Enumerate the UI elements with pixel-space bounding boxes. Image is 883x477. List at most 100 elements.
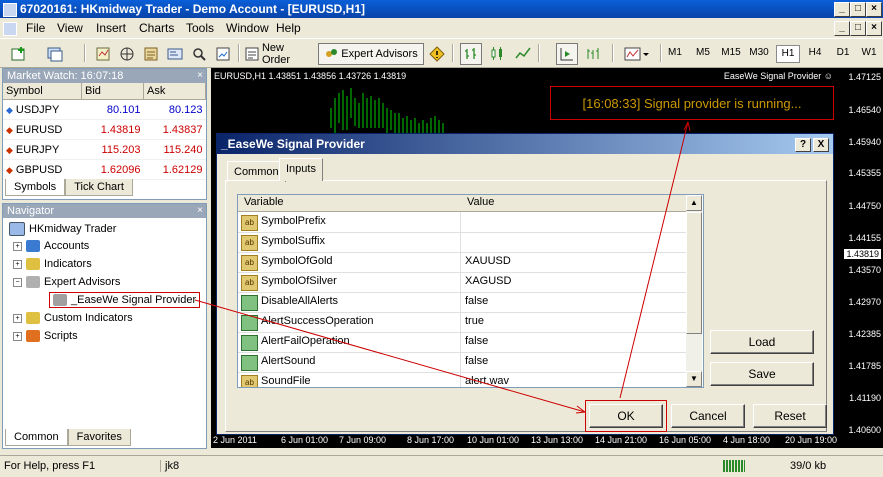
timeframe-m1[interactable]: M1	[664, 45, 686, 61]
nav-label: Scripts	[44, 330, 78, 342]
var-value[interactable]: alert.wav	[465, 375, 509, 387]
table-row[interactable]: AlertSound false	[238, 352, 686, 373]
new-order-button[interactable]: New Order	[244, 42, 316, 66]
scroll-down-icon[interactable]: ▼	[686, 371, 702, 387]
col-ask[interactable]: Ask	[143, 83, 206, 100]
expand-icon[interactable]: +	[13, 313, 22, 323]
timeframe-d1[interactable]: D1	[832, 45, 854, 61]
cancel-button[interactable]: Cancel	[671, 404, 745, 428]
indicators-icon	[26, 258, 40, 270]
signal-message: [16:08:33] Signal provider is running...	[550, 86, 834, 120]
nav-item-accounts[interactable]: + Accounts	[13, 240, 89, 252]
scrollbar[interactable]: ▲ ▼	[686, 195, 702, 387]
table-row[interactable]: ◆ EURUSD 1.43819 1.43837	[3, 119, 206, 140]
table-row[interactable]: ab SymbolPrefix	[238, 212, 686, 233]
tab-favorites[interactable]: Favorites	[67, 429, 131, 446]
var-value[interactable]: XAUUSD	[465, 255, 511, 267]
minimize-button[interactable]: _	[834, 2, 850, 17]
history-center-icon[interactable]	[212, 43, 234, 65]
table-row[interactable]: ab SoundFile alert.wav	[238, 372, 686, 387]
table-row[interactable]: DisableAllAlerts false	[238, 292, 686, 313]
doc-restore-button[interactable]: □	[850, 21, 866, 36]
var-value[interactable]: XAGUSD	[465, 275, 511, 287]
candlestick-icon[interactable]	[486, 43, 508, 65]
close-button[interactable]: ×	[866, 2, 882, 17]
panel-close-icon[interactable]: ×	[197, 70, 203, 81]
autoscroll-icon[interactable]	[556, 43, 578, 65]
scroll-up-icon[interactable]: ▲	[686, 195, 702, 211]
bar-chart-icon[interactable]	[460, 43, 482, 65]
chart-shift-icon[interactable]	[582, 43, 604, 65]
menu-tools[interactable]: Tools	[186, 21, 214, 35]
nav-item-expert-advisors[interactable]: − Expert Advisors	[13, 276, 120, 288]
col-value[interactable]: Value	[467, 196, 494, 208]
menu-window[interactable]: Window	[226, 21, 269, 35]
col-symbol[interactable]: Symbol	[3, 83, 82, 100]
menu-charts[interactable]: Charts	[139, 21, 174, 35]
panel-close-icon[interactable]: ×	[197, 205, 203, 216]
nav-item-easewe-signal-provider[interactable]: _EaseWe Signal Provider	[49, 292, 201, 308]
tab-symbols[interactable]: Symbols	[5, 179, 66, 196]
maximize-button[interactable]: □	[850, 2, 866, 17]
collapse-icon[interactable]: −	[13, 277, 22, 287]
indicators-dropdown-icon[interactable]	[620, 43, 654, 65]
var-value[interactable]: true	[465, 315, 484, 327]
table-row[interactable]: ab SymbolOfSilver XAGUSD	[238, 272, 686, 293]
table-row[interactable]: ab SymbolSuffix	[238, 232, 686, 253]
table-row[interactable]: ◆ USDJPY 80.101 80.123	[3, 99, 206, 120]
data-window-icon[interactable]	[116, 43, 138, 65]
timeframe-h4[interactable]: H4	[804, 45, 826, 61]
doc-minimize-button[interactable]: _	[834, 21, 850, 36]
timeframe-m5[interactable]: M5	[692, 45, 714, 61]
doc-close-button[interactable]: ×	[866, 21, 882, 36]
menu-help[interactable]: Help	[276, 21, 301, 35]
table-row[interactable]: AlertSuccessOperation true	[238, 312, 686, 333]
col-bid[interactable]: Bid	[81, 83, 144, 100]
help-button[interactable]: ?	[795, 138, 811, 152]
save-button[interactable]: Save	[710, 362, 814, 386]
chart-info: EURUSD,H1 1.43851 1.43856 1.43726 1.4381…	[214, 71, 407, 81]
nav-root[interactable]: HKmidway Trader	[9, 222, 116, 236]
terminal-icon[interactable]	[164, 43, 186, 65]
menu-view[interactable]: View	[57, 21, 83, 35]
timeframe-m30[interactable]: M30	[748, 45, 770, 61]
ok-button[interactable]: OK	[585, 400, 667, 432]
timeframe-h1[interactable]: H1	[776, 45, 800, 63]
tab-tick-chart[interactable]: Tick Chart	[65, 179, 133, 196]
table-row[interactable]: ◆ GBPUSD 1.62096 1.62129	[3, 159, 206, 180]
expert-advisors-button[interactable]: Expert Advisors	[318, 43, 424, 65]
expand-icon[interactable]: +	[13, 331, 22, 341]
market-watch-icon[interactable]	[92, 43, 114, 65]
strategy-tester-icon[interactable]	[188, 43, 210, 65]
nav-item-scripts[interactable]: + Scripts	[13, 330, 78, 342]
new-chart-icon[interactable]	[8, 43, 30, 65]
table-row[interactable]: ab SymbolOfGold XAUUSD	[238, 252, 686, 273]
expand-icon[interactable]: +	[13, 259, 22, 269]
col-variable[interactable]: Variable	[244, 196, 284, 208]
dialog-close-button[interactable]: X	[813, 138, 829, 152]
menu-insert[interactable]: Insert	[96, 21, 126, 35]
menu-file[interactable]: File	[26, 21, 45, 35]
var-value[interactable]: false	[465, 355, 488, 367]
expand-icon[interactable]: +	[13, 241, 22, 251]
alert-icon[interactable]	[426, 43, 448, 65]
timeframe-w1[interactable]: W1	[858, 45, 880, 61]
tab-common[interactable]: Common	[5, 429, 68, 446]
timeframe-m15[interactable]: M15	[720, 45, 742, 61]
var-value[interactable]: false	[465, 335, 488, 347]
nav-item-indicators[interactable]: + Indicators	[13, 258, 92, 270]
profiles-icon[interactable]	[44, 43, 66, 65]
nav-item-custom-indicators[interactable]: + Custom Indicators	[13, 312, 133, 324]
navigator-icon[interactable]	[140, 43, 162, 65]
table-row[interactable]: ◆ EURJPY 115.203 115.240	[3, 139, 206, 160]
reset-button[interactable]: Reset	[753, 404, 827, 428]
table-row[interactable]: AlertFailOperation false	[238, 332, 686, 353]
load-button[interactable]: Load	[710, 330, 814, 354]
var-value[interactable]: false	[465, 295, 488, 307]
scroll-thumb[interactable]	[686, 212, 702, 334]
tab-common[interactable]: Common	[227, 161, 286, 182]
price-label: 1.44155	[848, 233, 881, 243]
line-chart-icon[interactable]	[512, 43, 534, 65]
tab-inputs[interactable]: Inputs	[279, 158, 323, 181]
inputs-grid[interactable]: Variable Value ab SymbolPrefix ab SymbolSu…	[237, 194, 704, 388]
